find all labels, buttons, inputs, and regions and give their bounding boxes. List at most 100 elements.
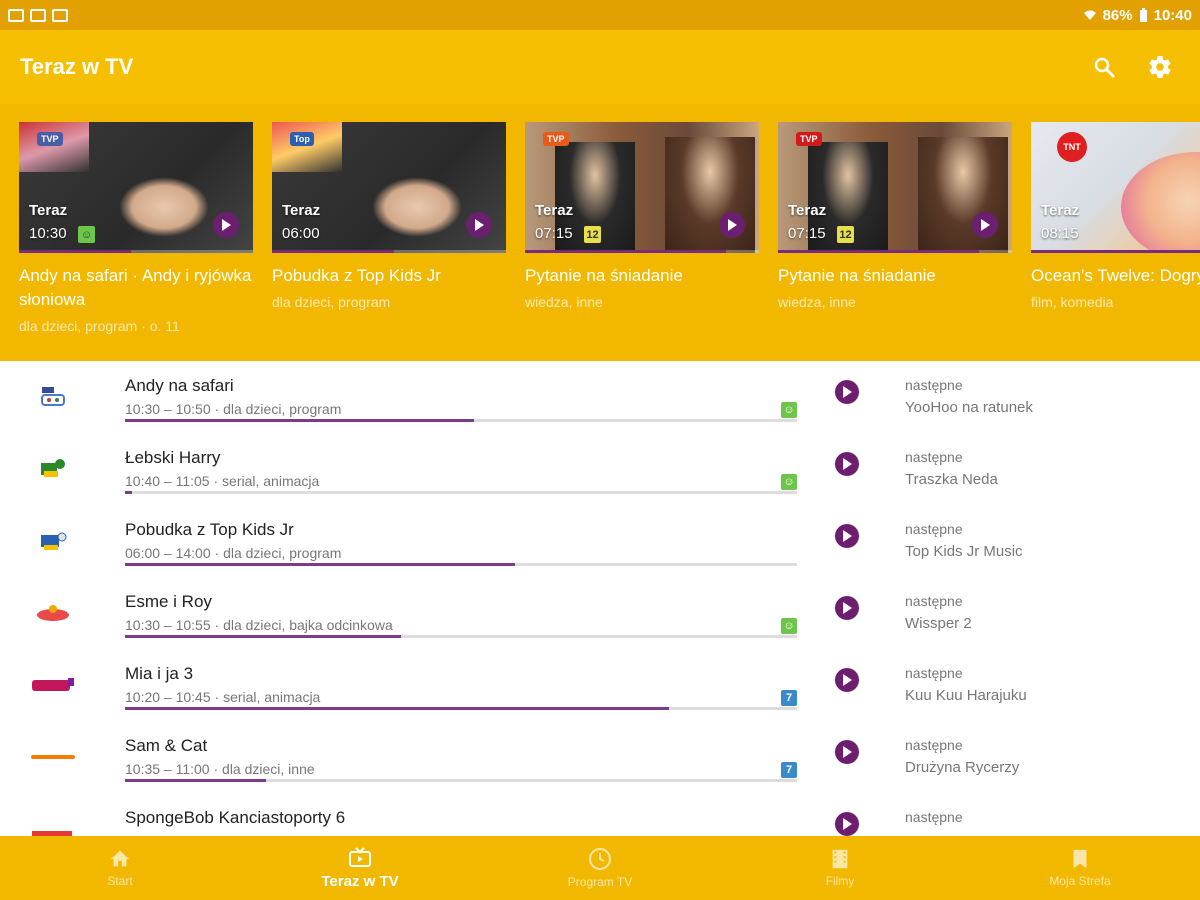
list-item[interactable]: Pobudka z Top Kids Jr 06:00 – 14:00 · dl…	[0, 505, 1200, 577]
search-button[interactable]	[1084, 47, 1124, 87]
list-item[interactable]: Mia i ja 3 10:20 – 10:45 · serial, anima…	[0, 649, 1200, 721]
channel-logo-image	[37, 605, 69, 621]
progress-fill	[125, 779, 267, 782]
play-button[interactable]	[719, 212, 745, 238]
progress-track	[272, 250, 506, 253]
age-rating-badge: 12	[584, 226, 601, 243]
film-icon	[832, 849, 848, 869]
list-item[interactable]: SpongeBob Kanciastoporty 6 następne	[0, 793, 1200, 836]
play-icon	[843, 818, 852, 830]
featured-thumbnail[interactable]: TVP Teraz 10:30 ☺	[19, 122, 253, 253]
start-time: 10:30	[29, 225, 67, 242]
progress-track	[125, 491, 797, 494]
play-icon	[843, 530, 852, 542]
play-button[interactable]	[835, 596, 859, 620]
featured-title: Pytanie na śniadanie	[525, 266, 683, 285]
presenter-right	[918, 137, 1008, 253]
featured-thumbnail[interactable]: Top Teraz 06:00	[272, 122, 506, 253]
thumbnail-art	[19, 122, 89, 172]
home-icon	[110, 850, 130, 867]
play-icon	[728, 219, 737, 231]
channel-logo: TVP	[543, 132, 569, 146]
channel-logo: Top	[290, 132, 314, 146]
nav-label: Start	[107, 874, 133, 888]
play-button[interactable]	[835, 452, 859, 476]
nav-label: Filmy	[825, 874, 855, 888]
next-title: Wissper 2	[905, 615, 972, 632]
list-item[interactable]: Sam & Cat 10:35 – 11:00 · dla dzieci, in…	[0, 721, 1200, 793]
play-icon	[981, 219, 990, 231]
nav-program-tv[interactable]: Program TV	[480, 836, 720, 900]
next-label: następne	[905, 593, 963, 609]
start-time: 06:00	[282, 225, 320, 242]
nav-label: Program TV	[567, 875, 633, 889]
featured-card[interactable]: TVP Teraz 10:30 ☺ Andy na safari · Andy …	[19, 122, 253, 334]
play-button[interactable]	[213, 212, 239, 238]
featured-card[interactable]: Top Teraz 06:00 Pobudka z Top Kids Jr dl…	[272, 122, 506, 334]
channel-logo	[28, 599, 78, 627]
program-title: Mia i ja 3	[125, 664, 194, 683]
progress-fill	[525, 250, 727, 253]
channel-list[interactable]: Andy na safari 10:30 – 10:50 · dla dziec…	[0, 361, 1200, 836]
progress-fill	[778, 250, 980, 253]
play-icon	[843, 458, 852, 470]
featured-thumbnail[interactable]: TNT Teraz 08:15	[1031, 122, 1200, 253]
battery-icon	[1139, 7, 1147, 22]
featured-card[interactable]: TVP Teraz 07:15 12 Pytanie na śniadanie …	[525, 122, 759, 334]
featured-card[interactable]: TVP Teraz 07:15 12 Pytanie na śniadanie …	[778, 122, 1012, 334]
featured-title: Ocean's Twelve: Dogrywka	[1031, 266, 1200, 285]
status-bar: 86% 10:40	[0, 0, 1200, 30]
screenshot-icon	[52, 8, 68, 22]
smile-icon: ☺	[78, 226, 95, 243]
play-button[interactable]	[835, 380, 859, 404]
progress-fill	[125, 563, 515, 566]
play-button[interactable]	[835, 740, 859, 764]
now-label: Teraz	[788, 202, 827, 219]
smile-icon: ☺	[781, 474, 797, 490]
featured-genre: dla dzieci, program	[272, 294, 391, 310]
nav-start[interactable]: Start	[0, 836, 240, 900]
featured-card[interactable]: TNT Teraz 08:15 Ocean's Twelve: Dogrywka…	[1031, 122, 1200, 334]
play-icon	[843, 386, 852, 398]
list-item[interactable]: Łebski Harry 10:40 – 11:05 · serial, ani…	[0, 433, 1200, 505]
program-meta: 10:35 – 11:00 · dla dzieci, inne	[125, 761, 315, 777]
featured-genre: wiedza, inne	[525, 294, 603, 310]
play-button[interactable]	[835, 668, 859, 692]
next-title: Traszka Neda	[905, 471, 998, 488]
featured-title: Andy na safari · Andy i ryjówka słoniowa	[19, 266, 252, 309]
featured-thumbnail[interactable]: TVP Teraz 07:15 12	[778, 122, 1012, 253]
channel-logo: TVP	[37, 132, 63, 146]
play-button[interactable]	[835, 524, 859, 548]
search-icon	[1094, 57, 1115, 78]
start-time: 08:15	[1041, 225, 1079, 242]
channel-logo-image	[41, 532, 67, 550]
progress-fill	[272, 250, 394, 253]
bookmark-icon	[1073, 849, 1087, 869]
channel-logo	[28, 671, 78, 699]
list-item[interactable]: Andy na safari 10:30 – 10:50 · dla dziec…	[0, 361, 1200, 433]
program-title: Andy na safari	[125, 376, 234, 395]
channel-logo	[28, 743, 78, 771]
play-icon	[843, 746, 852, 758]
progress-fill	[19, 250, 132, 253]
start-time: 07:15	[535, 225, 573, 242]
play-button[interactable]	[466, 212, 492, 238]
featured-carousel[interactable]: TVP Teraz 10:30 ☺ Andy na safari · Andy …	[0, 104, 1200, 361]
nav-filmy[interactable]: Filmy	[720, 836, 960, 900]
next-label: następne	[905, 521, 963, 537]
progress-track	[125, 707, 797, 710]
play-button[interactable]	[835, 812, 859, 836]
system-status: 86% 10:40	[1083, 7, 1192, 24]
progress-track	[125, 635, 797, 638]
now-label: Teraz	[29, 202, 68, 219]
nav-moja-strefa[interactable]: Moja Strefa	[960, 836, 1200, 900]
channel-logo-image	[41, 387, 65, 406]
settings-button[interactable]	[1140, 47, 1180, 87]
list-item[interactable]: Esme i Roy 10:30 – 10:55 · dla dzieci, b…	[0, 577, 1200, 649]
nav-teraz-w-tv[interactable]: Teraz w TV	[240, 836, 480, 900]
channel-logo-image	[31, 755, 75, 759]
play-button[interactable]	[972, 212, 998, 238]
featured-thumbnail[interactable]: TVP Teraz 07:15 12	[525, 122, 759, 253]
play-icon	[222, 219, 231, 231]
featured-genre: wiedza, inne	[778, 294, 856, 310]
